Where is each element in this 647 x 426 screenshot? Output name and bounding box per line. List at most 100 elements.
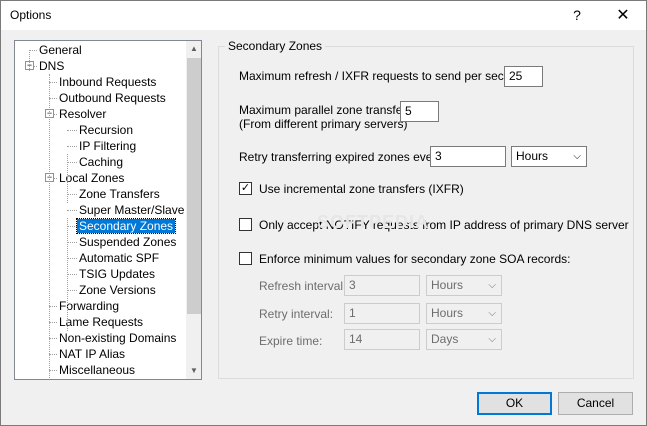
tree-item-label: Lame Requests xyxy=(59,315,144,329)
tree-item[interactable]: Suspended Zones xyxy=(77,234,178,250)
tree-connector xyxy=(67,162,77,163)
tree-item-label: DNS xyxy=(39,59,65,73)
tree-item[interactable]: Outbound Requests xyxy=(57,90,168,106)
tree-item[interactable]: Recursion xyxy=(77,122,135,138)
tree-item-label: NAT IP Alias xyxy=(59,347,126,361)
tree-item[interactable]: Zone Transfers xyxy=(77,186,162,202)
tree-item-label: Outbound Requests xyxy=(59,91,166,105)
tree-item[interactable]: Secondary Zones xyxy=(75,218,177,234)
chevron-down-icon: ⌵ xyxy=(573,151,581,162)
tree-item[interactable]: General xyxy=(37,42,84,58)
tree-item-label: TSIG Updates xyxy=(79,267,156,281)
options-tree[interactable]: General − DNS Inbound Requests Outbound Requ… xyxy=(14,40,202,380)
refresh-interval-input[interactable]: 3 xyxy=(344,275,420,296)
tree-connector xyxy=(67,210,77,211)
watermark: SOFTPEDIA xyxy=(317,212,430,232)
tree-guide xyxy=(67,218,68,331)
retry-interval-unit-value: Hours xyxy=(431,306,464,320)
retry-transfer-input[interactable]: 3 xyxy=(430,146,506,167)
tree-item[interactable]: Super Master/Slave xyxy=(77,202,186,218)
tree-guide xyxy=(29,50,30,71)
close-button[interactable]: ✕ xyxy=(600,1,646,30)
tree-connector xyxy=(67,290,77,291)
retry-transfer-unit-value: Hours xyxy=(516,149,549,163)
tree-guide xyxy=(49,74,50,378)
notify-label: Only accept NOTIFY requests from IP addr… xyxy=(259,218,629,232)
scroll-thumb[interactable] xyxy=(187,58,201,314)
tree-item[interactable]: Automatic SPF xyxy=(77,250,161,266)
tree-connector xyxy=(49,370,57,371)
tree-item-label: Zone Transfers xyxy=(79,187,160,201)
expire-time-input[interactable]: 14 xyxy=(344,329,420,350)
tree-item-label: Recursion xyxy=(79,123,134,137)
tree-connector xyxy=(67,258,77,259)
tree-guide xyxy=(67,154,68,203)
scroll-down-icon[interactable]: ▼ xyxy=(186,363,201,379)
tree-item-label: Non-existing Domains xyxy=(59,331,177,345)
retry-interval-unit-select[interactable]: Hours ⌵ xyxy=(426,303,502,324)
tree-items: General − DNS Inbound Requests Outbound Requ… xyxy=(15,41,186,379)
max-parallel-sublabel: (From different primary servers) xyxy=(239,117,408,131)
expire-time-unit-value: Days xyxy=(431,332,459,346)
scroll-up-icon[interactable]: ▲ xyxy=(186,41,201,57)
tree-connector xyxy=(49,338,57,339)
tree-connector xyxy=(67,242,77,243)
tree-item-label: Caching xyxy=(79,155,124,169)
tree-item-label: Super Master/Slave xyxy=(79,203,185,217)
tree-item[interactable]: Caching xyxy=(77,154,125,170)
expire-time-unit-select[interactable]: Days ⌵ xyxy=(426,329,502,350)
tree-item[interactable]: Zone Versions xyxy=(77,282,158,298)
tree-item[interactable]: Miscellaneous xyxy=(57,362,137,378)
chevron-down-icon: ⌵ xyxy=(488,280,496,291)
tree-item[interactable]: DNS xyxy=(37,58,66,74)
tree-connector xyxy=(49,98,57,99)
help-button[interactable]: ? xyxy=(554,1,600,30)
tree-item-label: Suspended Zones xyxy=(79,235,177,249)
max-refresh-input[interactable]: 25 xyxy=(504,66,543,87)
tree-connector xyxy=(29,50,37,51)
retry-interval-label: Retry interval: xyxy=(259,307,334,321)
tree-connector xyxy=(67,130,77,131)
tree-connector xyxy=(49,82,57,83)
tree-item-label: Automatic SPF xyxy=(79,251,160,265)
ok-button[interactable]: OK xyxy=(477,392,552,415)
cancel-button[interactable]: Cancel xyxy=(558,392,633,415)
tree-item-label: IP Filtering xyxy=(79,139,137,153)
chevron-down-icon: ⌵ xyxy=(488,308,496,319)
tree-item[interactable]: IP Filtering xyxy=(77,138,138,154)
tree-connector xyxy=(67,226,77,227)
tree-item[interactable]: Lame Requests xyxy=(57,314,145,330)
options-dialog: Options ? ✕ General − DNS Inbound Requests O… xyxy=(0,0,647,426)
tree-connector xyxy=(49,306,57,307)
tree-connector xyxy=(67,194,77,195)
tree-connector xyxy=(67,274,77,275)
tree-connector xyxy=(49,322,57,323)
refresh-interval-unit-value: Hours xyxy=(431,278,464,292)
enforce-soa-checkbox[interactable] xyxy=(239,252,252,265)
tree-item[interactable]: Inbound Requests xyxy=(57,74,158,90)
tree-scrollbar[interactable]: ▲ ▼ xyxy=(186,41,201,379)
tree-connector xyxy=(67,146,77,147)
tree-item-label: Miscellaneous xyxy=(59,363,136,377)
notify-checkbox[interactable] xyxy=(239,218,252,231)
ixfr-checkbox[interactable]: ✓ xyxy=(239,182,252,195)
tree-item-label: Zone Versions xyxy=(79,283,156,297)
chevron-down-icon: ⌵ xyxy=(488,334,496,345)
tree-item-label: Inbound Requests xyxy=(59,75,157,89)
ixfr-label: Use incremental zone transfers (IXFR) xyxy=(259,182,464,196)
retry-transfer-label: Retry transferring expired zones every: xyxy=(239,150,446,164)
tree-item-label: Secondary Zones xyxy=(75,218,177,234)
tree-item[interactable]: TSIG Updates xyxy=(77,266,157,282)
tree-item[interactable]: NAT IP Alias xyxy=(57,346,127,362)
tree-item[interactable]: Resolver xyxy=(57,106,108,122)
refresh-interval-unit-select[interactable]: Hours ⌵ xyxy=(426,275,502,296)
max-parallel-label: Maximum parallel zone transfers: xyxy=(239,103,416,117)
retry-transfer-unit-select[interactable]: Hours ⌵ xyxy=(511,146,587,167)
enforce-soa-label: Enforce minimum values for secondary zon… xyxy=(259,252,571,266)
max-refresh-label: Maximum refresh / IXFR requests to send … xyxy=(239,69,528,83)
retry-interval-input[interactable]: 1 xyxy=(344,303,420,324)
expire-time-label: Expire time: xyxy=(259,334,323,348)
tree-item[interactable]: Non-existing Domains xyxy=(57,330,178,346)
max-parallel-input[interactable]: 5 xyxy=(400,101,439,122)
tree-item-label: Resolver xyxy=(59,107,107,121)
